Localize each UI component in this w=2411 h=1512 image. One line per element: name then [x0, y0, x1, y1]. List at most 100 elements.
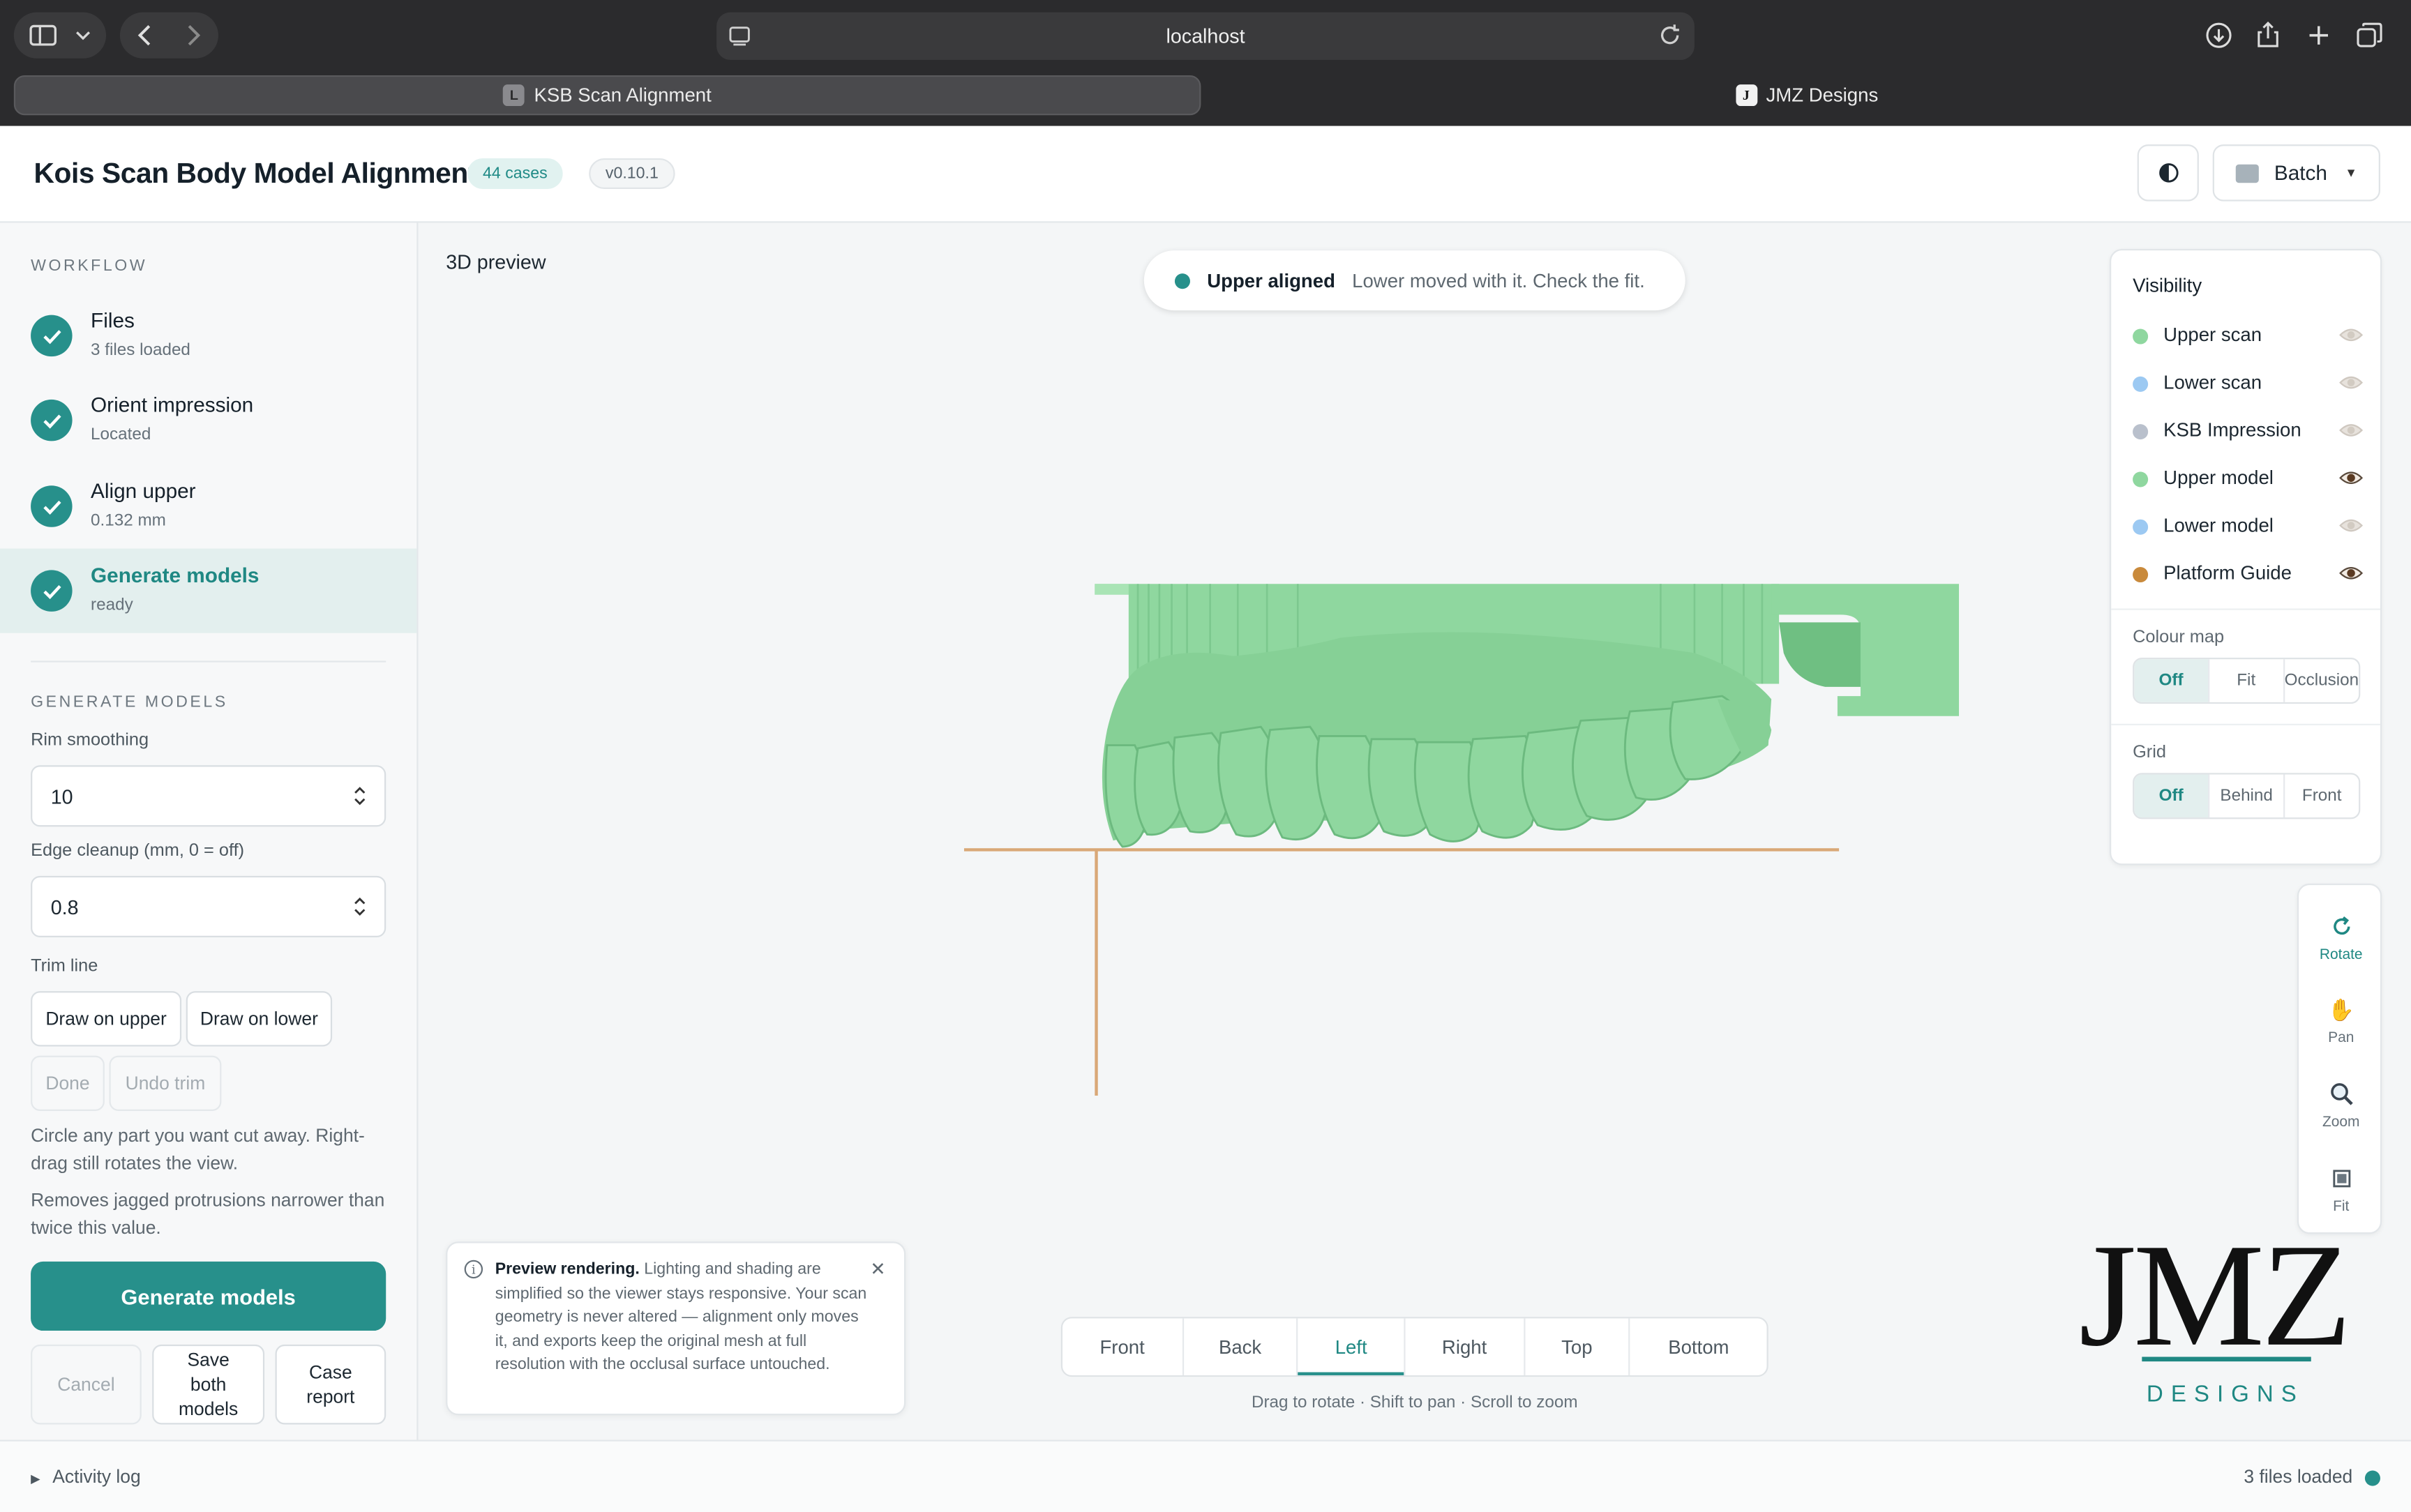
upper-model-render — [963, 584, 1960, 1096]
grid-off[interactable]: Off — [2134, 774, 2209, 818]
done-button[interactable]: Done — [31, 1055, 105, 1111]
visibility-item-ksb-impression[interactable]: KSB Impression — [2133, 416, 2364, 447]
eye-icon[interactable] — [2338, 372, 2364, 393]
new-tab-icon[interactable] — [2300, 17, 2337, 54]
rim-smoothing-input[interactable]: 10 — [31, 765, 386, 827]
eye-icon[interactable] — [2338, 420, 2364, 441]
visibility-item-upper-scan[interactable]: Upper scan — [2133, 321, 2364, 351]
close-icon[interactable]: ✕ — [870, 1259, 885, 1280]
back-icon[interactable] — [137, 24, 152, 46]
jmz-designs-logo: JMZ DESIGNS — [2070, 1218, 2378, 1421]
view-top[interactable]: Top — [1523, 1318, 1629, 1375]
favicon: L — [503, 84, 525, 107]
eye-icon[interactable] — [2338, 324, 2364, 346]
draw-on-lower-button[interactable]: Draw on lower — [186, 991, 333, 1047]
view-back[interactable]: Back — [1182, 1318, 1297, 1375]
status-bold: Upper aligned — [1207, 269, 1335, 292]
case-report-button[interactable]: Case report — [275, 1344, 386, 1425]
divider — [31, 660, 386, 663]
draw-on-upper-button[interactable]: Draw on upper — [31, 991, 182, 1047]
save-both-models-button[interactable]: Save both models — [152, 1344, 265, 1425]
edge-cleanup-label: Edge cleanup (mm, 0 = off) — [31, 842, 245, 861]
reload-icon[interactable] — [1658, 23, 1682, 47]
contrast-icon — [2158, 163, 2178, 183]
forward-icon[interactable] — [186, 24, 202, 46]
status-dot — [2364, 1470, 2380, 1486]
favicon: J — [1735, 84, 1757, 107]
visibility-item-lower-model[interactable]: Lower model — [2133, 512, 2364, 543]
colour-map-label: Colour map — [2133, 628, 2225, 647]
view-left[interactable]: Left — [1296, 1318, 1404, 1375]
tool-label: Rotate — [2319, 946, 2363, 964]
pan-tool[interactable]: ✋ Pan — [2299, 987, 2383, 1057]
divider — [2111, 608, 2380, 610]
visibility-label: KSB Impression — [2163, 419, 2301, 441]
history-nav — [119, 12, 218, 59]
fit-icon — [2327, 1165, 2355, 1193]
tool-label: Zoom — [2322, 1114, 2360, 1131]
stepper-icon[interactable] — [354, 896, 366, 918]
grid-front[interactable]: Front — [2283, 774, 2359, 818]
step-title: Files — [91, 308, 135, 332]
hand-icon: ✋ — [2327, 996, 2354, 1022]
site-info-icon[interactable] — [729, 24, 751, 46]
eye-icon[interactable] — [2338, 467, 2364, 489]
edge-cleanup-input[interactable]: 0.8 — [31, 875, 386, 938]
undo-trim-button[interactable]: Undo trim — [109, 1055, 222, 1111]
status-toast: Upper aligned Lower moved with it. Check… — [1143, 250, 1685, 311]
visibility-item-platform-guide[interactable]: Platform Guide — [2133, 559, 2364, 590]
step-title: Orient impression — [91, 393, 254, 417]
view-bottom[interactable]: Bottom — [1629, 1318, 1767, 1375]
colour-map-off[interactable]: Off — [2134, 659, 2208, 702]
step-files[interactable]: Files 3 files loaded — [0, 294, 416, 378]
note-bold: Preview rendering. — [495, 1260, 640, 1279]
colour-map-occlusion[interactable]: Occlusion — [2283, 659, 2359, 702]
edge-help-text: Removes jagged protrusions narrower than… — [31, 1189, 385, 1239]
activity-log-label: Activity log — [52, 1465, 141, 1488]
address-bar[interactable]: localhost — [716, 12, 1695, 60]
download-icon[interactable] — [2200, 17, 2237, 54]
visibility-label: Lower scan — [2163, 372, 2262, 394]
generate-models-title: GENERATE MODELS — [31, 693, 228, 712]
grid-segmented: Off Behind Front — [2133, 773, 2361, 819]
logo-subtext: DESIGNS — [2146, 1381, 2304, 1408]
color-dot — [2133, 424, 2149, 440]
viewport-3d[interactable]: 3D preview Upper aligned Lower moved wit… — [418, 222, 2411, 1440]
step-align-upper[interactable]: Align upper 0.132 mm — [0, 464, 416, 548]
cancel-button[interactable]: Cancel — [31, 1344, 142, 1425]
color-dot — [2133, 376, 2149, 392]
step-orient-impression[interactable]: Orient impression Located — [0, 378, 416, 462]
divider — [2111, 723, 2380, 725]
navigation-tools: Rotate ✋ Pan Zoom Fit — [2297, 883, 2383, 1234]
step-generate-models[interactable]: Generate models ready — [0, 548, 417, 633]
stepper-icon[interactable] — [354, 785, 366, 807]
visibility-panel: Visibility Upper scan Lower scan KSB Imp… — [2110, 248, 2382, 865]
generate-models-button[interactable]: Generate models — [31, 1261, 386, 1331]
rotate-tool[interactable]: Rotate — [2299, 904, 2383, 974]
color-dot — [2133, 567, 2149, 583]
tab-ksb-scan-alignment[interactable]: L KSB Scan Alignment — [13, 75, 1201, 116]
visibility-item-upper-model[interactable]: Upper model — [2133, 464, 2364, 494]
trim-help-text: Circle any part you want cut away. Right… — [31, 1124, 365, 1174]
share-icon[interactable] — [2250, 17, 2287, 54]
check-icon — [31, 315, 73, 357]
visibility-label: Platform Guide — [2163, 562, 2292, 584]
colour-map-segmented: Off Fit Occlusion — [2133, 658, 2361, 704]
step-subtitle: Located — [91, 425, 151, 444]
colour-map-fit[interactable]: Fit — [2207, 659, 2283, 702]
tab-overview-icon[interactable] — [2351, 17, 2388, 54]
view-front[interactable]: Front — [1062, 1318, 1182, 1375]
view-right[interactable]: Right — [1404, 1318, 1523, 1375]
grid-behind[interactable]: Behind — [2208, 774, 2283, 818]
theme-toggle-button[interactable] — [2137, 144, 2199, 202]
eye-icon[interactable] — [2338, 562, 2364, 584]
eye-icon[interactable] — [2338, 515, 2364, 536]
camera-view-selector: Front Back Left Right Top Bottom — [1060, 1317, 1768, 1377]
batch-button[interactable]: Batch ▼ — [2212, 144, 2380, 202]
tab-jmz-designs[interactable]: J JMZ Designs — [1215, 75, 2398, 115]
magnifier-icon — [2327, 1080, 2355, 1108]
visibility-item-lower-scan[interactable]: Lower scan — [2133, 369, 2364, 400]
activity-log-toggle[interactable]: ▶ Activity log — [31, 1466, 141, 1488]
zoom-tool[interactable]: Zoom — [2299, 1071, 2383, 1142]
sidebar-toggle-button[interactable] — [13, 12, 107, 59]
